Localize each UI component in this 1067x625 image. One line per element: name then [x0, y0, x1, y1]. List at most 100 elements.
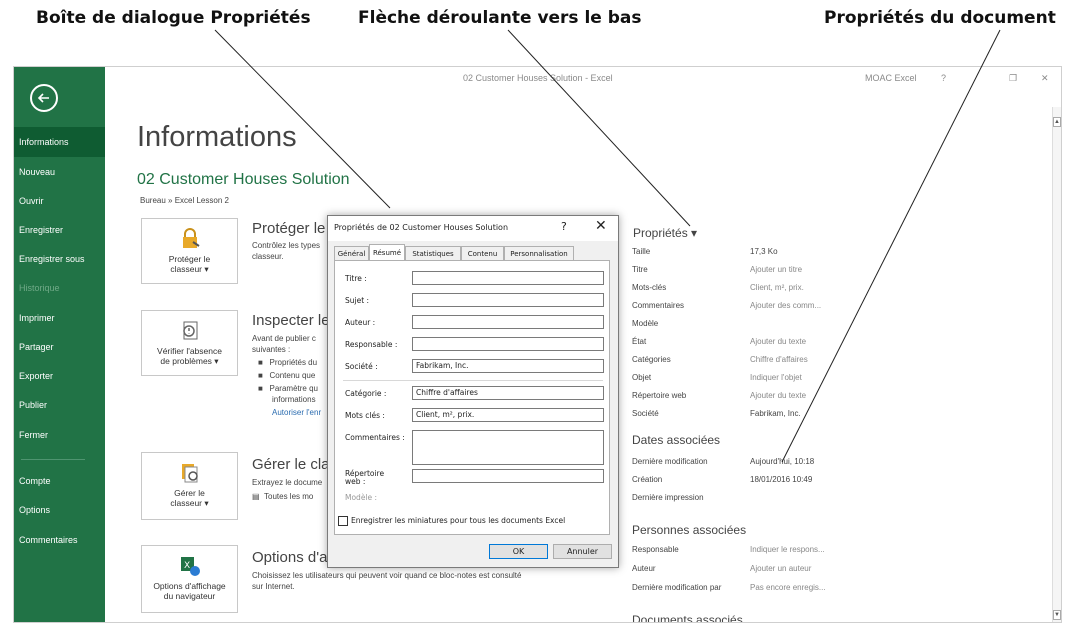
categorie-label: Catégorie : [345, 389, 387, 398]
properties-dropdown[interactable]: Propriétés ▾ [633, 226, 697, 240]
property-value[interactable]: Aujourd'hui, 10:18 [750, 457, 814, 466]
sidebar-item-compte[interactable]: Compte [14, 466, 105, 496]
titre-field[interactable] [412, 271, 604, 285]
inspect-tile-label-2: de problèmes ▾ [160, 356, 219, 366]
inspect-bullet-2: ■ Contenu que [258, 371, 316, 380]
breadcrumb[interactable]: Bureau » Excel Lesson 2 [140, 196, 229, 205]
restore-icon[interactable]: ❐ [1009, 73, 1017, 84]
property-label: Répertoire web [632, 391, 687, 400]
property-label: Dernière impression [632, 493, 704, 502]
property-value[interactable]: Chiffre d'affaires [750, 355, 808, 364]
account-name[interactable]: MOAC Excel [865, 73, 917, 83]
browser-view-options-button[interactable]: X Options d'affichage du navigateur [141, 545, 238, 613]
scroll-up-icon[interactable]: ▲ [1053, 117, 1061, 127]
sidebar-item-nouveau[interactable]: Nouveau [14, 157, 105, 187]
dialog-close-icon[interactable]: ✕ [595, 218, 607, 234]
property-label: Auteur [632, 564, 656, 573]
property-value[interactable]: Fabrikam, Inc. [750, 409, 801, 418]
inspect-heading: Inspecter le [252, 312, 330, 329]
inspect-bullet-1: ■ Propriétés du [258, 358, 318, 367]
manage-text-1: Extrayez le docume [252, 478, 323, 487]
sidebar-item-imprimer[interactable]: Imprimer [14, 303, 105, 333]
property-value[interactable]: 18/01/2016 10:49 [750, 475, 812, 484]
tab-personnalisation[interactable]: Personnalisation [504, 246, 574, 260]
save-thumbnails-checkbox[interactable]: Enregistrer les miniatures pour tous les… [338, 516, 565, 526]
property-value[interactable]: Ajouter du texte [750, 337, 806, 346]
dialog-titlebar: Propriétés de 02 Customer Houses Solutio… [328, 216, 618, 241]
sidebar-item-enregistrer[interactable]: Enregistrer [14, 215, 105, 245]
property-label: Titre [632, 265, 648, 274]
property-label: Société [632, 409, 659, 418]
allow-save-link[interactable]: Autoriser l'enr [272, 407, 321, 418]
sidebar-item-fermer[interactable]: Fermer [14, 420, 105, 450]
auteur-field[interactable] [412, 315, 604, 329]
vertical-scrollbar[interactable]: ▲ ▼ [1052, 107, 1061, 622]
manage-workbook-button[interactable]: Gérer le classeur ▾ [141, 452, 238, 520]
repertoire-label-2: web : [345, 477, 366, 486]
tab-statistiques[interactable]: Statistiques [405, 246, 461, 260]
protect-tile-label-1: Protéger le [168, 254, 211, 264]
sidebar-item-enregistrer-sous[interactable]: Enregistrer sous [14, 244, 105, 274]
scroll-down-icon[interactable]: ▼ [1053, 610, 1061, 620]
sujet-label: Sujet : [345, 296, 370, 305]
tab-contenu[interactable]: Contenu [461, 246, 504, 260]
page-title: Informations [137, 121, 297, 153]
related-docs-heading: Documents associés [632, 613, 743, 623]
property-value[interactable]: Ajouter des comm... [750, 301, 821, 310]
property-value[interactable]: Ajouter du texte [750, 391, 806, 400]
auteur-label: Auteur : [345, 318, 376, 327]
sidebar-item-ouvrir[interactable]: Ouvrir [14, 186, 105, 216]
property-value[interactable]: Pas encore enregis... [750, 583, 826, 592]
backstage-sidebar: Informations Nouveau Ouvrir Enregistrer … [14, 67, 105, 622]
sidebar-item-publier[interactable]: Publier [14, 390, 105, 420]
sidebar-item-options[interactable]: Options [14, 495, 105, 525]
tab-resume[interactable]: Résumé [369, 244, 405, 261]
societe-field[interactable]: Fabrikam, Inc. [412, 359, 604, 373]
lock-icon [182, 228, 200, 248]
sidebar-item-historique: Historique [19, 283, 60, 293]
property-value[interactable]: Ajouter un auteur [750, 564, 811, 573]
resume-panel: Titre : Sujet : Auteur : Responsable : S… [334, 260, 610, 535]
property-value[interactable]: 17,3 Ko [750, 247, 778, 256]
property-label: Dernière modification [632, 457, 708, 466]
dates-heading: Dates associées [632, 433, 721, 447]
sidebar-divider [21, 459, 85, 460]
sujet-field[interactable] [412, 293, 604, 307]
property-label: Mots-clés [632, 283, 667, 292]
manage-text-2: ▤ Toutes les mo [252, 492, 314, 501]
repertoire-web-field[interactable] [412, 469, 604, 483]
inspect-text-2: suivantes : [252, 345, 291, 354]
manage-heading: Gérer le clas [252, 456, 338, 473]
mots-cles-label: Mots clés : [345, 411, 385, 420]
dialog-help-button[interactable]: ? [561, 220, 567, 233]
help-button[interactable]: ? [941, 73, 946, 83]
property-value[interactable]: Indiquer l'objet [750, 373, 802, 382]
checkbox-box[interactable] [338, 516, 348, 526]
ok-button[interactable]: OK [489, 544, 548, 559]
svg-text:X: X [184, 561, 190, 571]
sidebar-item-exporter[interactable]: Exporter [14, 361, 105, 391]
tab-general[interactable]: Général [334, 246, 369, 260]
protect-workbook-button[interactable]: Protéger le classeur ▾ [141, 218, 238, 284]
property-value[interactable]: Indiquer le respons... [750, 545, 825, 554]
sidebar-item-informations[interactable]: Informations [14, 127, 105, 157]
people-heading: Personnes associées [632, 523, 747, 537]
property-value[interactable]: Client, m², prix. [750, 283, 804, 292]
mots-cles-field[interactable]: Client, m², prix. [412, 408, 604, 422]
property-value[interactable]: Ajouter un titre [750, 265, 802, 274]
back-arrow-icon[interactable] [30, 84, 58, 112]
inspect-text-1: Avant de publier c [252, 334, 316, 343]
check-issues-button[interactable]: Vérifier l'absence de problèmes ▾ [141, 310, 238, 376]
manage-tile-label-2: classeur ▾ [170, 498, 209, 508]
protect-text-2: classeur. [252, 252, 284, 261]
sidebar-item-commentaires[interactable]: Commentaires [14, 525, 105, 555]
close-window-icon[interactable]: ✕ [1041, 73, 1049, 84]
manage-versions-icon [181, 464, 198, 483]
categorie-field[interactable]: Chiffre d'affaires [412, 386, 604, 400]
browser-text-2: sur Internet. [252, 582, 295, 591]
document-title: 02 Customer Houses Solution [137, 171, 350, 188]
cancel-button[interactable]: Annuler [553, 544, 612, 559]
sidebar-item-partager[interactable]: Partager [14, 332, 105, 362]
responsable-field[interactable] [412, 337, 604, 351]
commentaires-field[interactable] [412, 430, 604, 465]
